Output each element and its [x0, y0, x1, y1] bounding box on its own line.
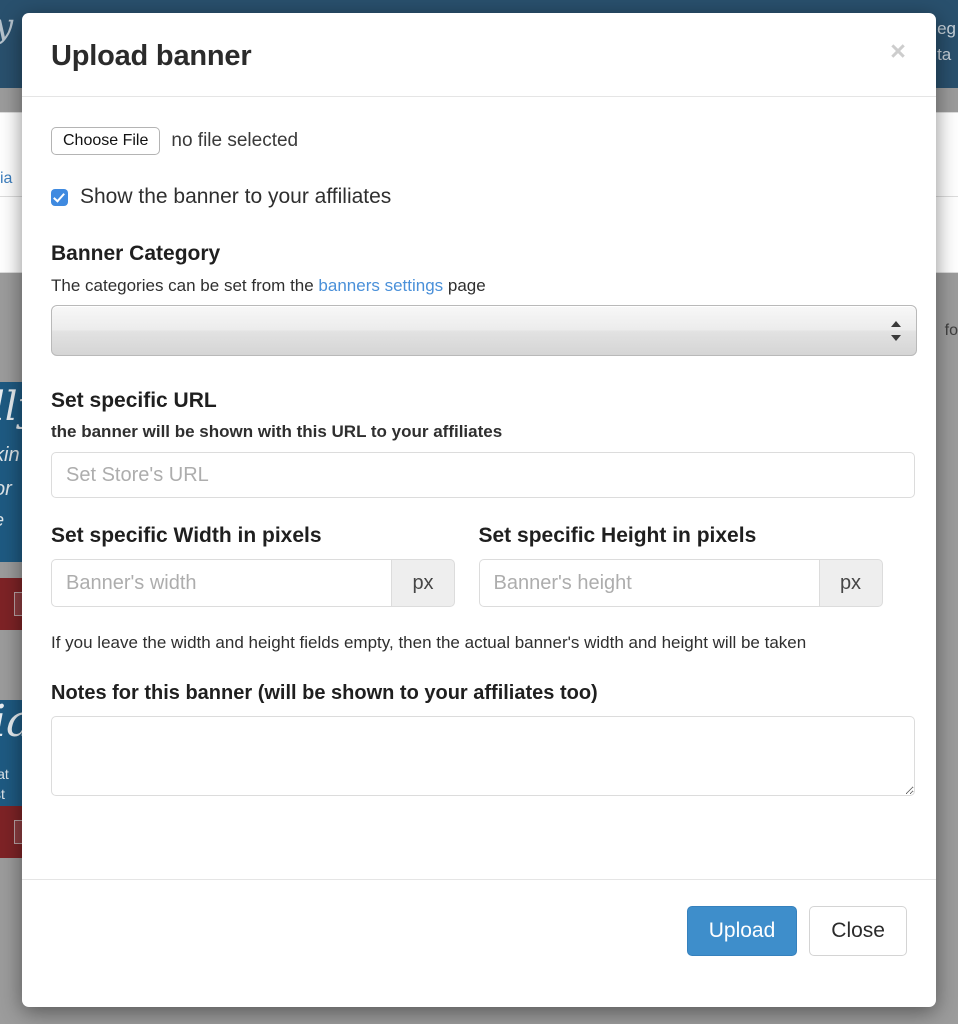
- navbar-link-1[interactable]: eg: [937, 16, 956, 42]
- banner-category-help: The categories can be set from the banne…: [51, 276, 906, 296]
- upload-banner-modal: Upload banner × Choose File no file sele…: [22, 13, 936, 1007]
- specific-url-subtitle: the banner will be shown with this URL t…: [51, 422, 503, 441]
- show-banner-checkbox-label[interactable]: Show the banner to your affiliates: [80, 185, 391, 209]
- width-input[interactable]: [51, 559, 391, 607]
- tile-script-3: ia: [0, 700, 24, 747]
- notes-textarea[interactable]: [51, 716, 915, 796]
- background-banner-tile-2: [0, 578, 24, 630]
- modal-body: Choose File no file selected Show the ba…: [22, 97, 936, 879]
- chevron-updown-icon: [891, 320, 902, 342]
- banners-settings-link[interactable]: banners settings: [318, 276, 443, 295]
- close-button[interactable]: Close: [809, 906, 907, 956]
- height-input[interactable]: [478, 559, 819, 607]
- height-unit-addon: px: [818, 559, 883, 607]
- tile-line-4: e: [0, 510, 4, 531]
- background-banner-tile-4: [0, 806, 24, 858]
- height-column: Set specific Height in pixels px: [478, 524, 907, 607]
- specific-url-title: Set specific URL: [51, 389, 217, 412]
- page-title: Upload banner: [51, 40, 252, 72]
- background-banner-tile-1: lly kin or e: [0, 382, 24, 562]
- width-unit-addon: px: [391, 559, 455, 607]
- tile-line-2: kin: [0, 444, 20, 466]
- width-column: Set specific Width in pixels px: [51, 524, 479, 607]
- navbar-links: eg ta: [937, 16, 956, 68]
- background-banner-tile-3: ia iat st: [0, 700, 24, 820]
- banner-category-title: Banner Category: [51, 242, 221, 265]
- modal-footer: Upload Close: [22, 879, 936, 1007]
- specific-url-input[interactable]: [51, 452, 915, 498]
- banner-category-help-prefix: The categories can be set from the: [51, 276, 319, 295]
- upload-button[interactable]: Upload: [686, 906, 798, 956]
- width-height-row: Set specific Width in pixels px Set spec…: [51, 524, 906, 607]
- tile-line-3a: iat: [0, 766, 9, 782]
- file-upload-row: Choose File no file selected: [51, 127, 906, 155]
- height-title: Set specific Height in pixels: [478, 524, 757, 547]
- show-banner-checkbox-row[interactable]: Show the banner to your affiliates: [51, 185, 906, 209]
- background-row-label-2: fo: [944, 322, 958, 339]
- choose-file-button[interactable]: Choose File: [51, 127, 161, 155]
- tile-script-1: lly: [0, 384, 24, 430]
- tile-line-3: or: [0, 478, 12, 500]
- navbar-logo-script: y: [0, 6, 13, 46]
- size-hint-text: If you leave the width and height fields…: [51, 633, 807, 652]
- close-icon[interactable]: ×: [884, 37, 912, 65]
- banner-category-select[interactable]: [51, 305, 917, 356]
- background-row-label-1: ia: [0, 170, 13, 187]
- tile-line-3b: st: [0, 786, 5, 802]
- modal-header: Upload banner ×: [22, 13, 936, 97]
- show-banner-checkbox[interactable]: [51, 188, 68, 206]
- notes-title: Notes for this banner (will be shown to …: [51, 682, 598, 704]
- width-title: Set specific Width in pixels: [51, 524, 322, 547]
- file-status-label: no file selected: [171, 130, 299, 151]
- height-input-group: px: [478, 559, 883, 607]
- width-input-group: px: [51, 559, 455, 607]
- banner-category-help-suffix: page: [443, 276, 486, 295]
- navbar-link-2[interactable]: ta: [937, 42, 956, 68]
